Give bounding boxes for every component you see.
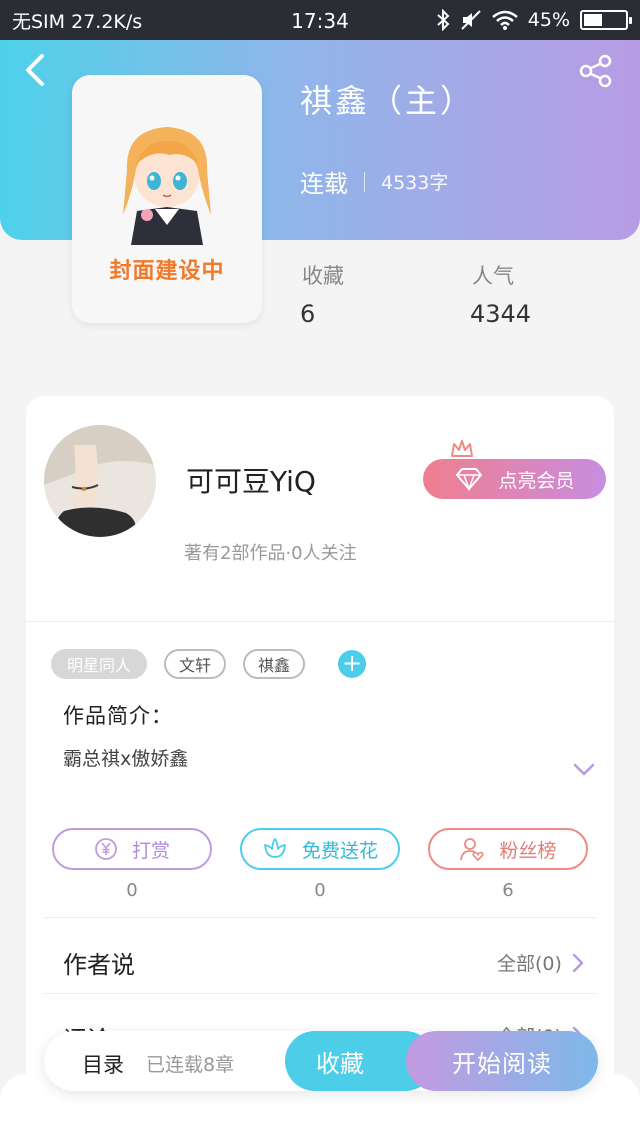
tag-item[interactable]: 明星同人 bbox=[51, 649, 147, 679]
start-reading-button[interactable]: 开始阅读 bbox=[406, 1031, 598, 1091]
fans-icon bbox=[460, 838, 485, 862]
chevron-right-icon bbox=[572, 953, 584, 972]
tag-item[interactable]: 祺鑫 bbox=[243, 649, 305, 679]
author-says-link-label: 全部(0) bbox=[497, 953, 562, 975]
share-button[interactable] bbox=[578, 54, 618, 90]
intro-label: 作品简介： bbox=[63, 704, 173, 728]
popularity-label: 人气 bbox=[472, 264, 514, 288]
vip-button-label: 点亮会员 bbox=[498, 469, 575, 492]
author-name[interactable]: 可可豆YiQ bbox=[186, 460, 316, 500]
status-time: 17:34 bbox=[291, 9, 349, 33]
diamond-icon bbox=[456, 468, 483, 491]
send-flower-label: 免费送花 bbox=[301, 839, 378, 862]
reward-count: 0 bbox=[126, 880, 138, 901]
add-tag-button[interactable]: + bbox=[338, 650, 366, 678]
battery-level bbox=[584, 14, 602, 26]
divider bbox=[44, 993, 596, 994]
flower-count: 0 bbox=[314, 880, 326, 901]
reward-label: 打赏 bbox=[131, 839, 170, 862]
book-meta: 连载 4533字 bbox=[300, 164, 448, 199]
avatar[interactable] bbox=[44, 425, 156, 537]
flower-icon bbox=[264, 838, 286, 858]
favorites-label: 收藏 bbox=[302, 264, 344, 288]
chevron-left-icon bbox=[26, 54, 44, 86]
battery-icon bbox=[580, 10, 632, 30]
chapter-count: 已连载8章 bbox=[146, 1054, 235, 1076]
book-title: 祺鑫（主） bbox=[300, 82, 476, 120]
fan-count: 6 bbox=[502, 880, 514, 901]
send-flower-button[interactable]: 免费送花 bbox=[240, 828, 400, 870]
author-says-all-link[interactable]: 全部(0) bbox=[497, 949, 584, 976]
book-cover[interactable]: 封面建设中 bbox=[72, 75, 262, 323]
vip-button[interactable]: 点亮会员 bbox=[423, 459, 606, 499]
popularity-value: 4344 bbox=[470, 300, 532, 328]
back-button[interactable] bbox=[20, 52, 56, 92]
start-reading-label: 开始阅读 bbox=[452, 1049, 552, 1078]
avatar-photo bbox=[44, 425, 156, 537]
fan-ranking-label: 粉丝榜 bbox=[499, 839, 557, 862]
word-count: 4533字 bbox=[381, 172, 449, 194]
collect-label: 收藏 bbox=[316, 1049, 364, 1078]
tag-item[interactable]: 文轩 bbox=[164, 649, 226, 679]
intro-text: 霸总祺x傲娇鑫 bbox=[63, 748, 189, 770]
yen-icon bbox=[95, 838, 117, 860]
cover-placeholder-text: 封面建设中 bbox=[109, 259, 225, 284]
meta-divider bbox=[364, 171, 365, 192]
reward-button[interactable]: 打赏 bbox=[52, 828, 212, 870]
fan-ranking-button[interactable]: 粉丝榜 bbox=[428, 828, 588, 870]
author-says-title: 作者说 bbox=[63, 951, 135, 979]
status-bar: 无SIM 27.2K/s 17:34 45% bbox=[0, 0, 640, 40]
divider bbox=[26, 621, 614, 622]
table-of-contents-button[interactable]: 目录 bbox=[82, 1049, 124, 1079]
chevron-down-icon[interactable] bbox=[572, 762, 596, 778]
cover-illustration bbox=[123, 127, 211, 245]
serial-status: 连载 bbox=[300, 170, 348, 198]
divider bbox=[44, 917, 596, 918]
author-description: 著有2部作品·0人关注 bbox=[184, 543, 357, 564]
favorites-value: 6 bbox=[300, 300, 316, 328]
share-icon bbox=[579, 54, 612, 88]
crown-icon bbox=[451, 440, 473, 457]
